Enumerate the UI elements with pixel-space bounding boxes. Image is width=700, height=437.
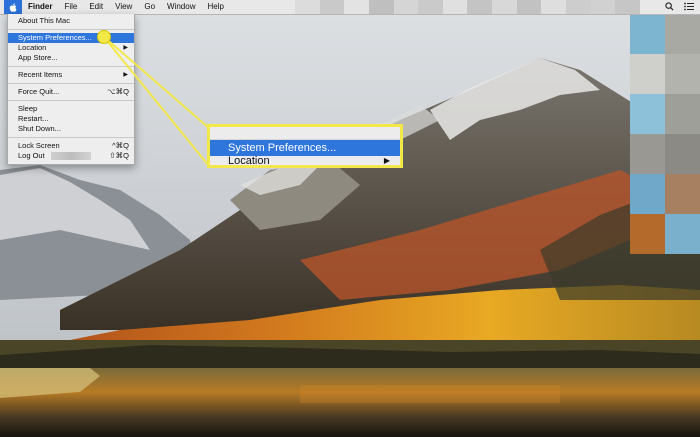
submenu-arrow-icon: ▶ xyxy=(383,156,390,165)
zoomed-menu-callout: System Preferences... Location ▶ xyxy=(207,124,403,168)
zoom-system-preferences: System Preferences... xyxy=(210,140,400,156)
zoom-location-label: Location xyxy=(228,155,270,167)
zoom-location: Location ▶ xyxy=(210,155,400,167)
zoom-top-strip xyxy=(210,127,400,140)
callout-connector xyxy=(102,35,210,167)
callout-marker xyxy=(97,30,111,44)
